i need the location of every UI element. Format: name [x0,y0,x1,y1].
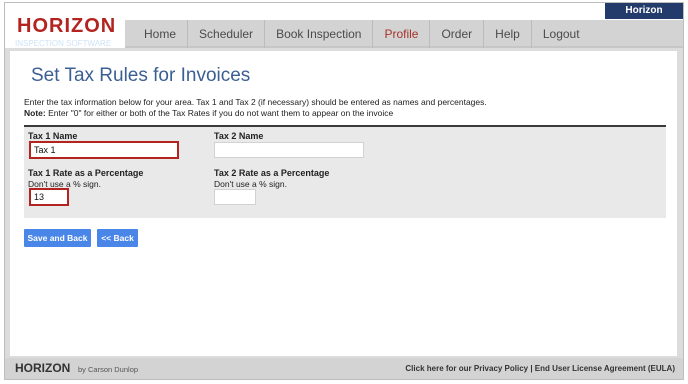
nav-book-inspection[interactable]: Book Inspection [265,20,374,48]
tax1-name-label: Tax 1 Name [28,131,78,141]
note-label: Note: [24,108,46,118]
intro-text: Enter the tax information below for your… [24,97,487,119]
logo-subtitle: INSPECTION SOFTWARE [15,39,112,48]
nav-help[interactable]: Help [484,20,532,48]
header-bar: HORIZON INSPECTION SOFTWARE Home Schedul… [5,6,683,48]
tax2-rate-hint: Don't use a % sign. [214,179,287,189]
app-window: Horizon Training HORIZON INSPECTION SOFT… [4,2,684,380]
footer-links[interactable]: Click here for our Privacy Policy | End … [405,364,675,373]
note-text: Enter "0" for either or both of the Tax … [45,108,394,118]
content-card: Set Tax Rules for Invoices Enter the tax… [10,51,677,356]
tax2-name-input[interactable] [214,142,364,158]
nav-profile[interactable]: Profile [373,20,431,48]
intro-line-2: Note: Enter "0" for either or both of th… [24,108,487,119]
logo-area: HORIZON INSPECTION SOFTWARE [5,6,125,48]
tax2-rate-label: Tax 2 Rate as a Percentage [214,168,330,178]
save-and-back-button[interactable]: Save and Back [24,229,91,247]
tax1-rate-input[interactable] [29,188,69,206]
training-badge: Horizon Training [605,3,683,32]
nav-scheduler[interactable]: Scheduler [188,20,266,48]
back-button[interactable]: << Back [97,229,138,247]
page-title: Set Tax Rules for Invoices [31,65,251,86]
tax2-name-label: Tax 2 Name [214,131,264,141]
footer-logo: HORIZON [15,361,71,375]
tax1-rate-label: Tax 1 Rate as a Percentage [28,168,144,178]
footer-byline: by Carson Dunlop [78,365,139,374]
tax-form: Tax 1 Name Tax 2 Name Tax 1 Rate as a Pe… [24,125,666,218]
nav-order[interactable]: Order [430,20,485,48]
footer: HORIZON by Carson Dunlop Click here for … [5,358,683,379]
tax2-rate-input[interactable] [214,189,256,205]
nav-logout[interactable]: Logout [532,20,591,48]
nav-home[interactable]: Home [133,20,189,48]
tax1-name-input[interactable] [29,141,179,159]
intro-line-1: Enter the tax information below for your… [24,97,487,107]
main-nav: Home Scheduler Book Inspection Profile O… [133,20,591,48]
horizon-logo: HORIZON [17,15,117,37]
